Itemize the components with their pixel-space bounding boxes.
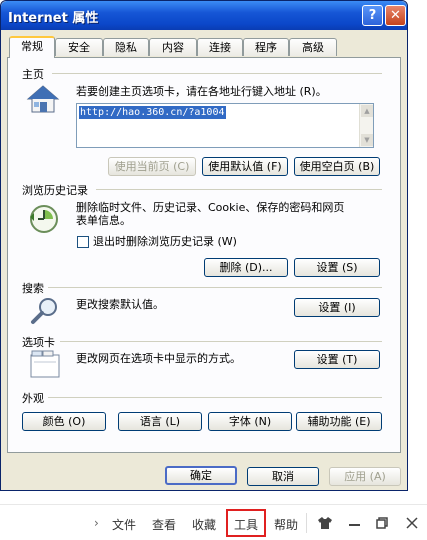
appearance-section-label: 外观 — [22, 392, 44, 405]
divider — [48, 287, 382, 288]
browser-menu-bar: › 文件 查看 收藏 工具 帮助 — [0, 504, 427, 540]
languages-button[interactable]: 语言 (L) — [118, 412, 202, 431]
close-icon[interactable] — [406, 517, 418, 529]
clock-history-icon — [30, 205, 58, 233]
tab-security[interactable]: 安全 — [55, 38, 103, 56]
tabs-section-label: 选项卡 — [22, 336, 55, 349]
minimize-icon[interactable] — [349, 524, 360, 526]
homepage-url-input[interactable]: http://hao.360.cn/?a1004 ▲ ▼ — [76, 103, 374, 148]
divider — [48, 397, 382, 398]
tabs-description: 更改网页在选项卡中显示的方式。 — [76, 352, 241, 365]
history-description-line2: 表单信息。 — [76, 214, 131, 227]
cancel-button[interactable]: 取消 — [247, 467, 319, 486]
use-default-button[interactable]: 使用默认值 (F) — [202, 157, 288, 176]
use-current-button[interactable]: 使用当前页 (C) — [108, 157, 196, 176]
delete-on-exit-label[interactable]: 退出时删除浏览历史记录 (W) — [93, 235, 237, 249]
tab-privacy[interactable]: 隐私 — [103, 38, 149, 56]
divider — [52, 73, 382, 74]
history-section-label: 浏览历史记录 — [22, 184, 88, 197]
fonts-button[interactable]: 字体 (N) — [208, 412, 292, 431]
scroll-down-icon[interactable]: ▼ — [361, 134, 373, 146]
divider — [96, 189, 382, 190]
use-blank-button[interactable]: 使用空白页 (B) — [294, 157, 380, 176]
history-settings-button[interactable]: 设置 (S) — [294, 258, 380, 277]
colors-button[interactable]: 颜色 (O) — [22, 412, 106, 431]
title-bar[interactable]: Internet 属性 ? ✕ — [1, 1, 407, 30]
general-tab-panel: 主页 若要创建主页选项卡，请在各地址行键入地址 (R)。 http://hao.… — [7, 57, 401, 453]
divider — [306, 513, 307, 533]
delete-history-button[interactable]: 删除 (D)... — [204, 258, 288, 277]
search-section-label: 搜索 — [22, 282, 44, 295]
url-scrollbar[interactable]: ▲ ▼ — [359, 104, 373, 147]
search-settings-button[interactable]: 设置 (I) — [294, 298, 380, 317]
accessibility-button[interactable]: 辅助功能 (E) — [296, 412, 382, 431]
close-button[interactable]: ✕ — [385, 5, 406, 26]
apply-button[interactable]: 应用 (A) — [329, 467, 401, 486]
menu-tools[interactable]: 工具 — [234, 516, 258, 533]
search-description: 更改搜索默认值。 — [76, 298, 164, 311]
delete-on-exit-checkbox[interactable] — [77, 236, 89, 248]
scroll-up-icon[interactable]: ▲ — [361, 105, 373, 117]
window-title: Internet 属性 — [8, 11, 99, 26]
tab-programs[interactable]: 程序 — [243, 38, 289, 56]
chevron-right-icon[interactable]: › — [94, 516, 99, 530]
tabbed-window-icon — [30, 350, 60, 378]
internet-options-dialog: Internet 属性 ? ✕ 常规 安全 隐私 内容 连接 程序 高级 主页 … — [0, 0, 408, 491]
homepage-section-label: 主页 — [22, 68, 44, 81]
tab-general[interactable]: 常规 — [9, 36, 55, 58]
tab-connections[interactable]: 连接 — [197, 38, 243, 56]
homepage-instruction: 若要创建主页选项卡，请在各地址行键入地址 (R)。 — [76, 85, 327, 98]
divider — [60, 341, 382, 342]
shirt-icon[interactable] — [318, 517, 332, 529]
homepage-url-text: http://hao.360.cn/?a1004 — [79, 106, 226, 119]
tabs-settings-button[interactable]: 设置 (T) — [294, 350, 380, 369]
history-description-line1: 删除临时文件、历史记录、Cookie、保存的密码和网页 — [76, 201, 345, 214]
ok-button[interactable]: 确定 — [165, 466, 237, 485]
home-icon — [26, 85, 60, 113]
tab-content[interactable]: 内容 — [149, 38, 197, 56]
magnifier-icon — [31, 298, 57, 324]
menu-favorites[interactable]: 收藏 — [192, 516, 216, 533]
tab-advanced[interactable]: 高级 — [289, 38, 337, 56]
help-button[interactable]: ? — [362, 5, 383, 26]
menu-file[interactable]: 文件 — [112, 516, 136, 533]
menu-help[interactable]: 帮助 — [274, 516, 298, 533]
restore-icon[interactable] — [376, 517, 388, 529]
menu-view[interactable]: 查看 — [152, 516, 176, 533]
